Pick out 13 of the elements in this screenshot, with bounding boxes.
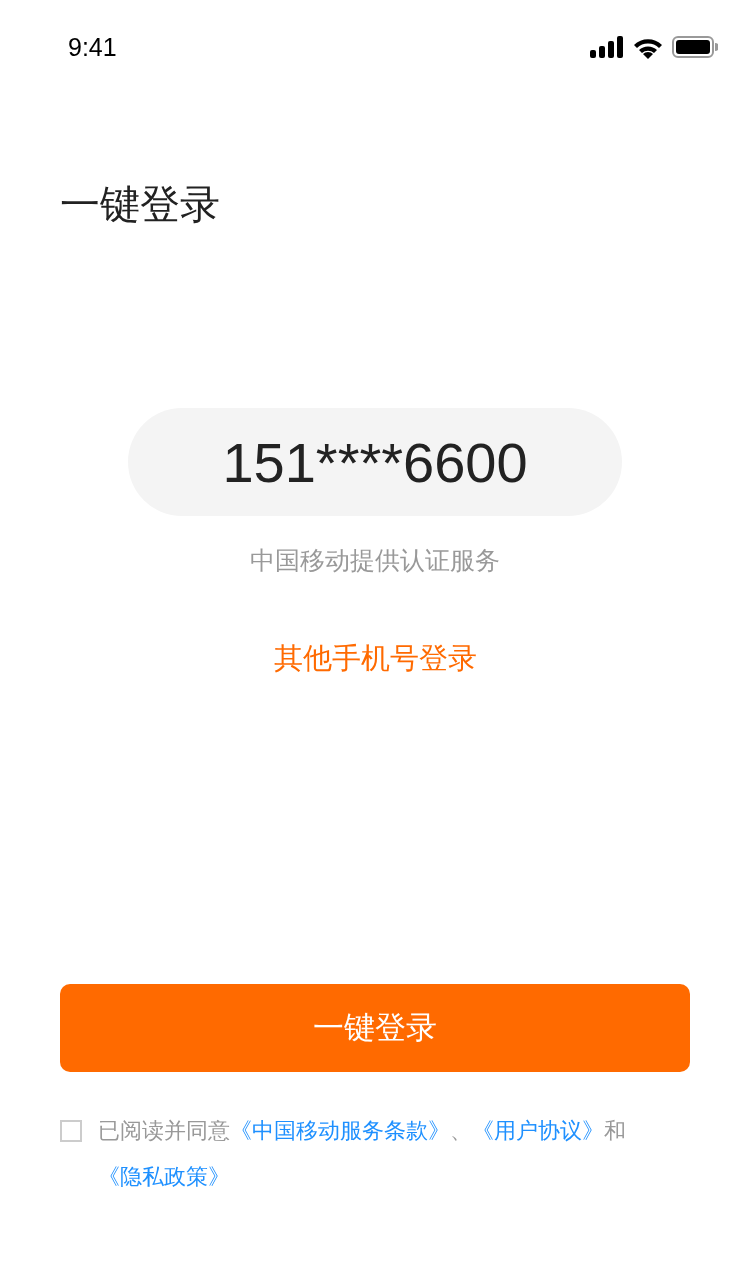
- agreement-link[interactable]: 《隐私政策》: [98, 1164, 230, 1189]
- agreement-link[interactable]: 《中国移动服务条款》: [230, 1118, 450, 1143]
- agreement-checkbox[interactable]: [60, 1120, 82, 1142]
- status-time: 9:41: [68, 32, 117, 62]
- agreement-link[interactable]: 《用户协议》: [472, 1118, 604, 1143]
- signal-icon: [590, 36, 624, 58]
- other-phone-login-link[interactable]: 其他手机号登录: [273, 639, 477, 679]
- phone-number: 151****6600: [128, 408, 622, 516]
- battery-icon: [672, 36, 718, 58]
- agreement-text: 已阅读并同意《中国移动服务条款》、《用户协议》和 《隐私政策》: [98, 1117, 627, 1191]
- page-title: 一键登录: [60, 180, 221, 229]
- login-button[interactable]: 一键登录: [60, 984, 690, 1072]
- provider-note: 中国移动提供认证服务: [250, 545, 500, 577]
